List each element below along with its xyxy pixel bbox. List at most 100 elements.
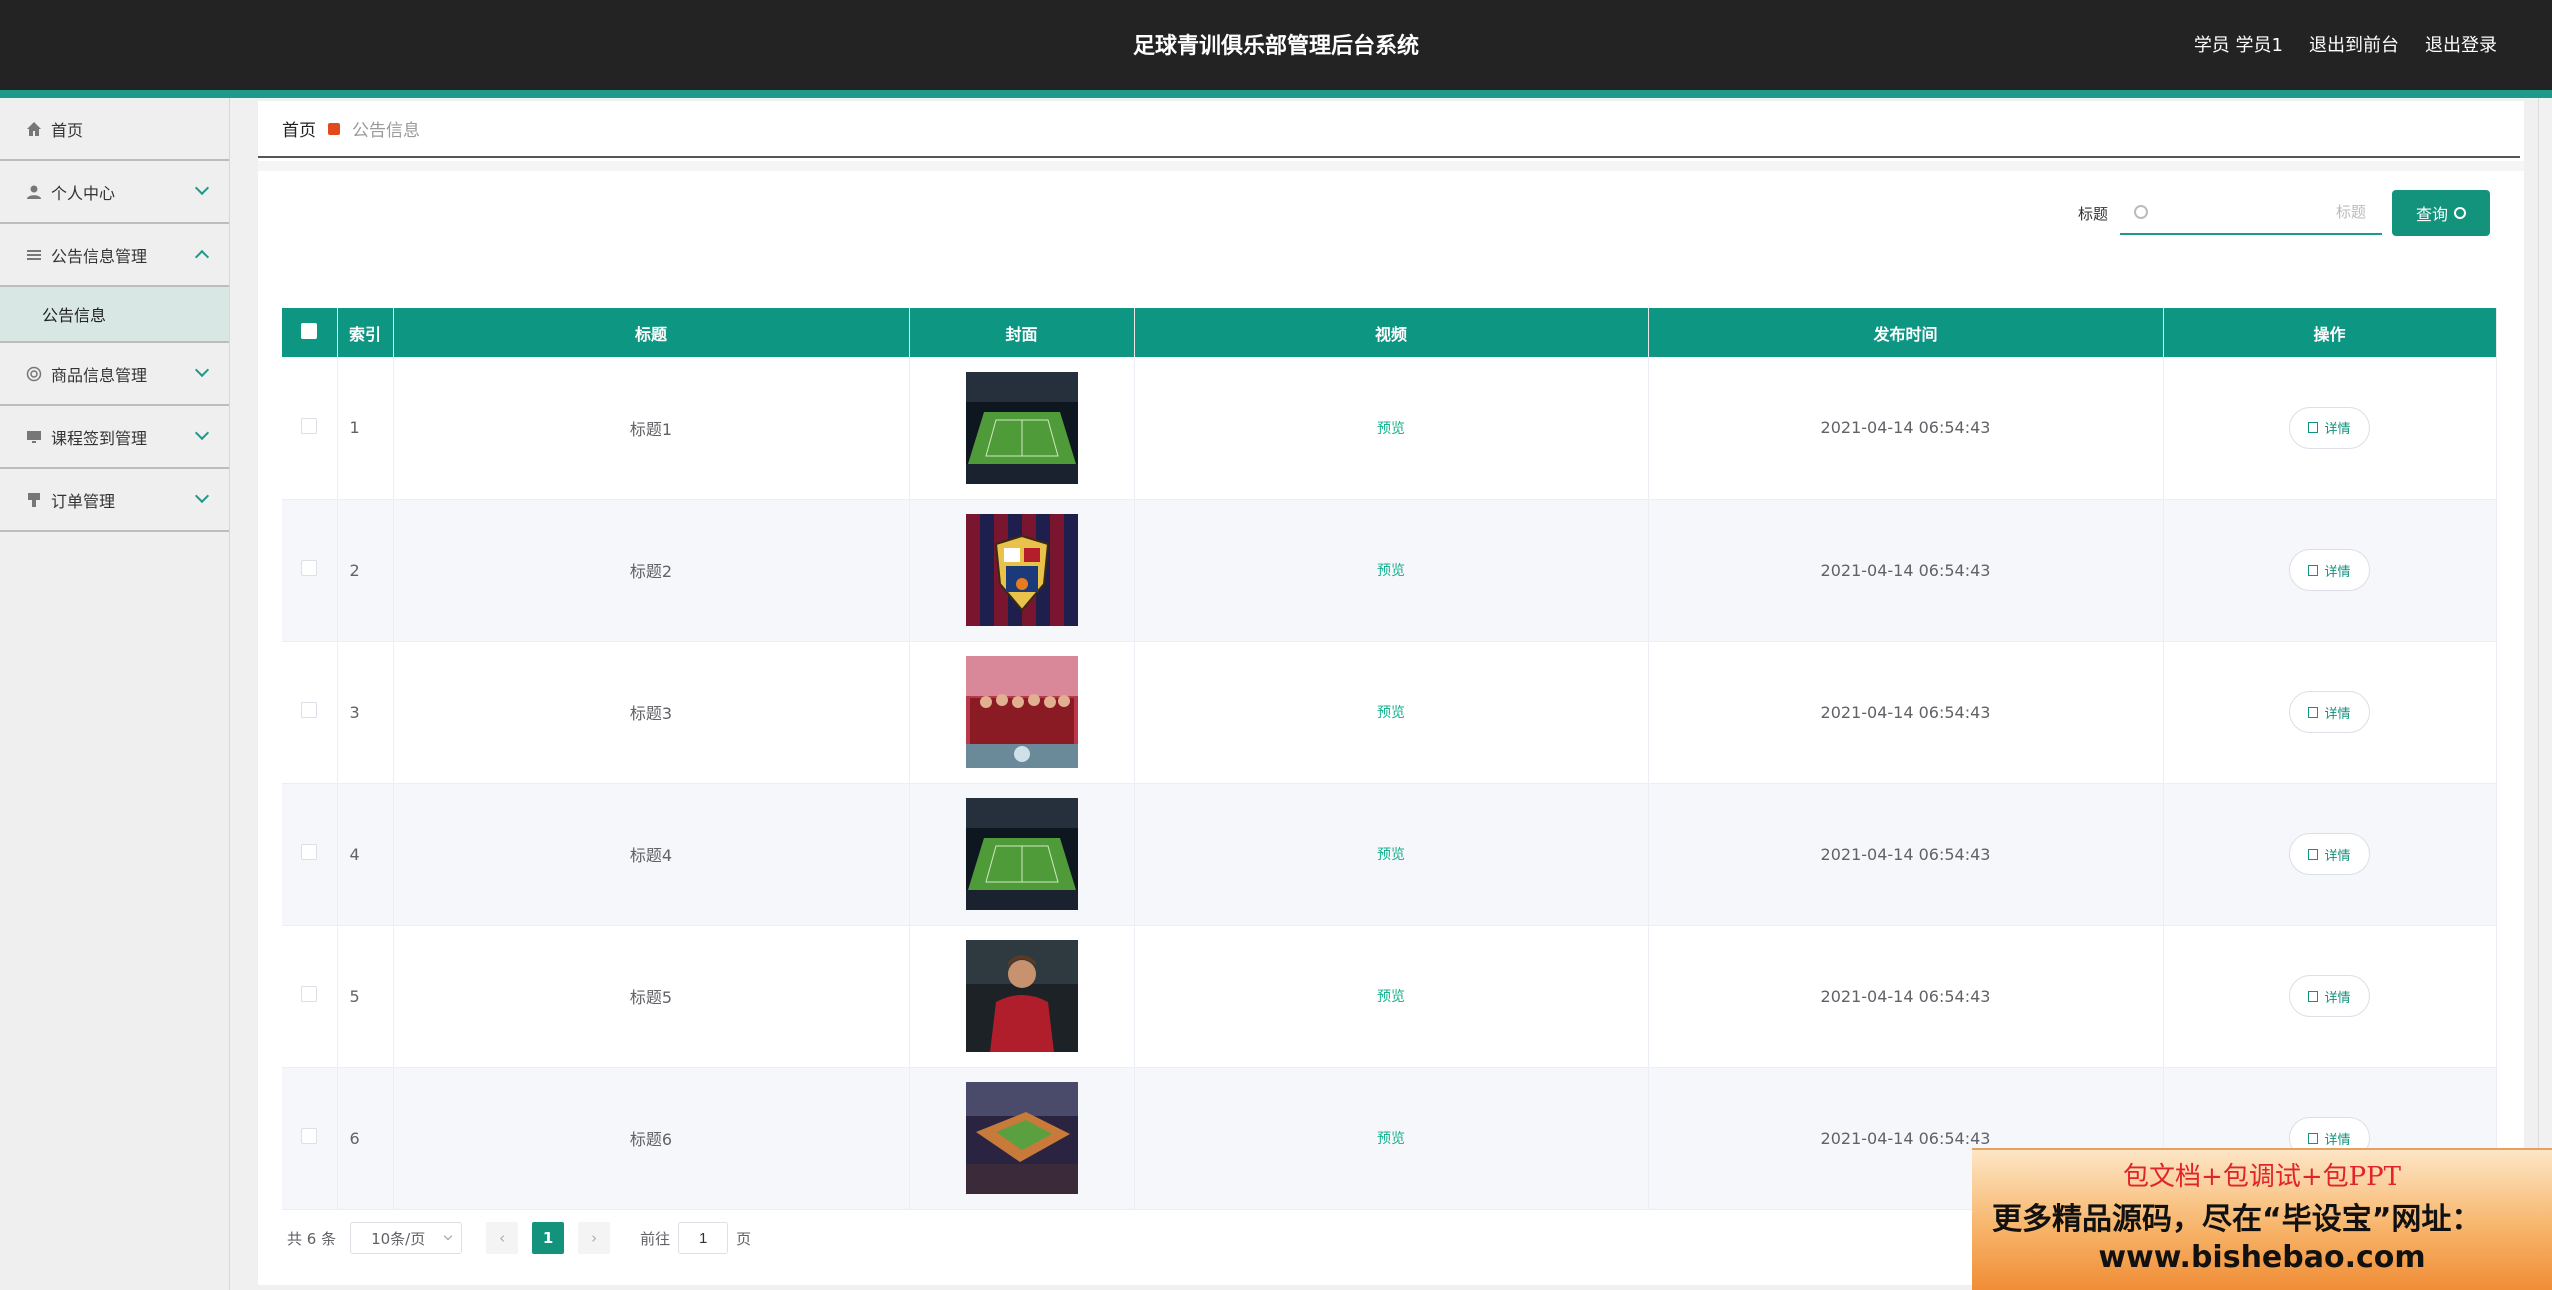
search-button[interactable]: 查询 [2392, 190, 2490, 236]
cover-image [965, 371, 1078, 484]
video-preview-link[interactable]: 预览 [1377, 563, 1405, 579]
sidebar-item-goods-management[interactable]: 商品信息管理 [0, 343, 229, 406]
document-icon [2308, 422, 2319, 434]
sidebar-item-label: 个人中心 [51, 183, 116, 203]
prev-page-button[interactable]: ‹ [486, 1222, 519, 1254]
detail-button[interactable]: 详情 [2289, 549, 2370, 591]
chevron-up-icon [194, 249, 210, 265]
breadcrumb-home[interactable]: 首页 [282, 116, 316, 141]
breadcrumb: 首页 公告信息 [258, 101, 2520, 158]
video-preview-link[interactable]: 预览 [1377, 989, 1405, 1005]
header-actions: 学员 学员1 退出到前台 退出登录 [2194, 31, 2497, 57]
notice-table: 索引 标题 封面 视频 发布时间 操作 1 标题1 预览 2021-04-14 … [282, 308, 2497, 1210]
column-header-action: 操作 [2163, 308, 2497, 357]
cover-image [965, 940, 1078, 1052]
video-preview-link[interactable]: 预览 [1377, 1131, 1405, 1147]
select-all-cell[interactable] [282, 308, 338, 357]
select-all-checkbox[interactable] [301, 322, 318, 339]
scrollbar[interactable] [2538, 98, 2552, 1290]
detail-button-label: 详情 [2324, 1132, 2351, 1148]
search-bar: 标题 查询 [2078, 189, 2524, 237]
detail-button-label: 详情 [2324, 848, 2351, 864]
detail-button-label: 详情 [2324, 564, 2351, 580]
sidebar-item-home[interactable]: 首页 [0, 98, 229, 161]
column-header-index: 索引 [337, 308, 394, 357]
row-checkbox[interactable] [301, 702, 318, 718]
detail-button[interactable]: 详情 [2289, 833, 2370, 875]
chevron-down-icon [194, 488, 210, 504]
document-icon [2308, 848, 2319, 860]
chevron-down-icon [194, 180, 210, 196]
sidebar-item-personal-center[interactable]: 个人中心 [0, 161, 229, 224]
row-checkbox[interactable] [301, 417, 318, 434]
sidebar-item-notice-management[interactable]: 公告信息管理 [0, 224, 229, 287]
detail-button[interactable]: 详情 [2289, 975, 2370, 1017]
table-row: 5 标题5 预览 2021-04-14 06:54:43 详情 [282, 925, 2497, 1068]
table-row: 1 标题1 预览 2021-04-14 06:54:43 详情 [282, 357, 2497, 500]
home-icon [25, 120, 43, 138]
detail-button[interactable]: 详情 [2289, 406, 2370, 449]
row-checkbox[interactable] [301, 986, 318, 1002]
search-label: 标题 [2077, 204, 2108, 223]
monitor-icon [25, 428, 43, 446]
next-page-button[interactable]: › [578, 1222, 611, 1254]
column-header-title: 标题 [393, 308, 910, 357]
page-number-current[interactable]: 1 [532, 1222, 565, 1254]
table-row: 3 标题3 预览 2021-04-14 06:54:43 详情 [282, 641, 2497, 784]
cover-image [965, 798, 1078, 910]
row-checkbox[interactable] [301, 844, 318, 860]
row-title: 标题6 [393, 1067, 910, 1210]
table-row: 2 标题2 预览 2021-04-14 06:54:43 详情 [282, 499, 2497, 642]
row-publish-time: 2021-04-14 06:54:43 [1648, 499, 2164, 642]
search-icon [2454, 207, 2466, 219]
cover-image [965, 656, 1078, 768]
order-icon [25, 491, 43, 509]
list-icon [25, 246, 43, 264]
divider [258, 161, 2524, 171]
row-checkbox[interactable] [301, 1128, 318, 1144]
sidebar-item-order-management[interactable]: 订单管理 [0, 469, 229, 532]
detail-button-label: 详情 [2324, 990, 2351, 1006]
row-title: 标题1 [393, 357, 910, 500]
sidebar-subitem-notice-info[interactable]: 公告信息 [0, 287, 229, 343]
cover-image [965, 1082, 1078, 1194]
ad-line-2: 更多精品源码，尽在“毕设宝”网址： [1992, 1202, 2482, 1237]
header-accent-bar [0, 90, 2552, 98]
sidebar-item-label: 课程签到管理 [51, 428, 148, 448]
document-icon [2308, 990, 2319, 1002]
document-icon [2308, 1132, 2319, 1144]
row-checkbox[interactable] [301, 560, 318, 576]
document-icon [2308, 564, 2319, 576]
sidebar-item-course-checkin[interactable]: 课程签到管理 [0, 406, 229, 469]
video-preview-link[interactable]: 预览 [1377, 705, 1405, 721]
search-input[interactable] [2156, 197, 2366, 227]
video-preview-link[interactable]: 预览 [1377, 421, 1405, 437]
sidebar-item-label: 商品信息管理 [51, 365, 148, 385]
goods-icon [25, 365, 43, 383]
cover-image [965, 514, 1078, 626]
search-button-label: 查询 [2415, 207, 2448, 224]
user-icon [25, 183, 43, 201]
exit-to-front-link[interactable]: 退出到前台 [2309, 31, 2399, 57]
row-index: 6 [337, 1067, 394, 1210]
video-preview-link[interactable]: 预览 [1377, 847, 1405, 863]
column-header-cover: 封面 [909, 308, 1135, 357]
row-title: 标题2 [393, 499, 910, 642]
row-index: 2 [337, 499, 394, 642]
sidebar-item-label: 首页 [51, 120, 84, 140]
column-header-video: 视频 [1134, 308, 1649, 357]
ad-banner: 包文档+包调试+包PPT 更多精品源码，尽在“毕设宝”网址： www.bishe… [1972, 1148, 2552, 1290]
row-publish-time: 2021-04-14 06:54:43 [1648, 641, 2164, 784]
row-publish-time: 2021-04-14 06:54:43 [1648, 783, 2164, 926]
goto-page-input[interactable] [678, 1222, 729, 1254]
row-publish-time: 2021-04-14 06:54:43 [1648, 357, 2164, 500]
table-header-row: 索引 标题 封面 视频 发布时间 操作 [282, 308, 2497, 357]
sidebar: 首页 个人中心 公告信息管理 公告信息 商品信息管理 课程签到管理 订单管理 [0, 98, 230, 1290]
page-size-select[interactable]: 10条/页 [350, 1222, 463, 1254]
logout-link[interactable]: 退出登录 [2425, 31, 2497, 57]
row-index: 4 [337, 783, 394, 926]
detail-button-label: 详情 [2324, 706, 2351, 722]
detail-button[interactable]: 详情 [2289, 691, 2370, 733]
detail-button-label: 详情 [2324, 422, 2351, 438]
document-icon [2308, 706, 2319, 718]
